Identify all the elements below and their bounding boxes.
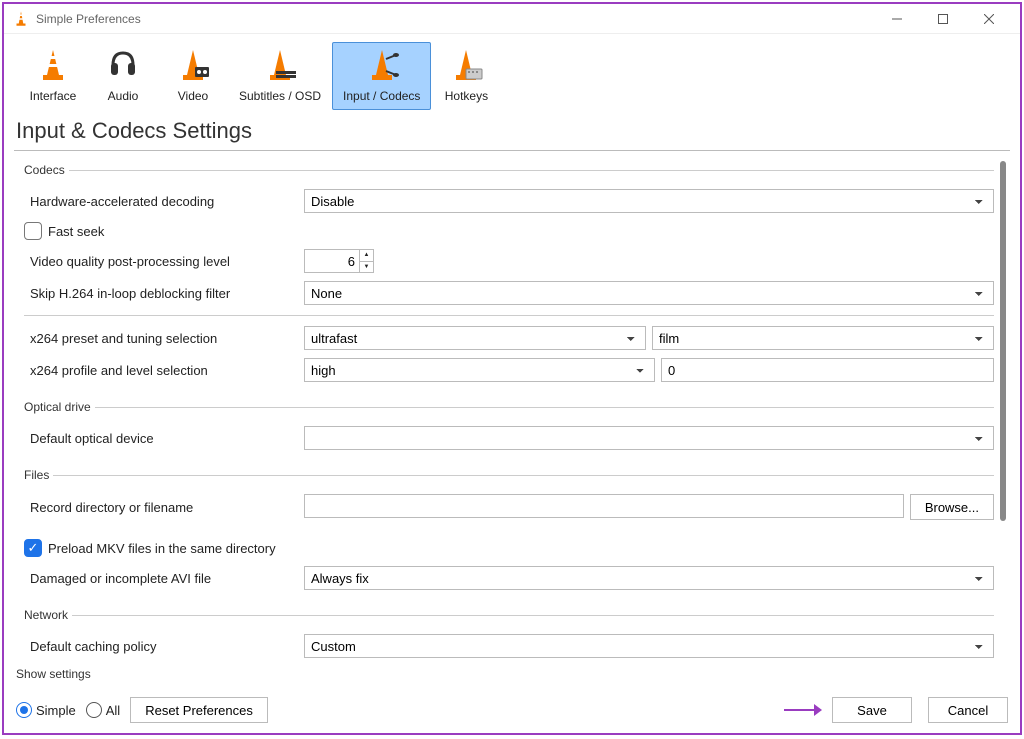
caching-select[interactable]: Custom	[304, 634, 994, 658]
subtitles-icon	[262, 47, 298, 83]
tab-label: Input / Codecs	[343, 89, 420, 103]
preload-mkv-checkbox[interactable]: ✓	[24, 539, 42, 557]
post-processing-label: Video quality post-processing level	[24, 254, 304, 269]
interface-icon	[35, 47, 71, 83]
tab-subtitles[interactable]: Subtitles / OSD	[228, 42, 332, 110]
titlebar: Simple Preferences	[4, 4, 1020, 34]
fast-seek-checkbox[interactable]	[24, 222, 42, 240]
files-group: Files Record directory or filename Brows…	[24, 468, 994, 594]
optical-group: Optical drive Default optical device	[24, 400, 994, 454]
page-title: Input & Codecs Settings	[4, 112, 1020, 150]
caching-label: Default caching policy	[24, 639, 304, 654]
video-icon	[175, 47, 211, 83]
scrollbar-thumb[interactable]	[1000, 161, 1006, 521]
x264-preset-label: x264 preset and tuning selection	[24, 331, 304, 346]
tab-audio[interactable]: Audio	[88, 42, 158, 110]
hw-decoding-label: Hardware-accelerated decoding	[24, 194, 304, 209]
all-radio[interactable]	[86, 702, 102, 718]
tab-label: Hotkeys	[445, 89, 488, 103]
minimize-button[interactable]	[874, 5, 920, 33]
spin-down-icon[interactable]: ▼	[359, 262, 373, 273]
browse-button[interactable]: Browse...	[910, 494, 994, 520]
tab-input-codecs[interactable]: Input / Codecs	[332, 42, 431, 110]
settings-scroll-area[interactable]: Codecs Hardware-accelerated decoding Dis…	[14, 157, 1000, 689]
fast-seek-label: Fast seek	[48, 224, 104, 239]
damaged-avi-select[interactable]: Always fix	[304, 566, 994, 590]
simple-radio[interactable]	[16, 702, 32, 718]
window-title: Simple Preferences	[36, 12, 874, 26]
network-group: Network Default caching policy Custom	[24, 608, 994, 662]
damaged-avi-label: Damaged or incomplete AVI file	[24, 571, 304, 586]
title-separator	[14, 150, 1010, 151]
spin-up-icon[interactable]: ▲	[359, 250, 373, 262]
simple-radio-label: Simple	[36, 703, 76, 718]
maximize-button[interactable]	[920, 5, 966, 33]
optical-device-label: Default optical device	[24, 431, 304, 446]
codecs-icon	[364, 47, 400, 83]
x264-profile-select[interactable]: high	[304, 358, 655, 382]
group-legend: Optical drive	[24, 400, 95, 414]
skip-h264-label: Skip H.264 in-loop deblocking filter	[24, 286, 304, 301]
all-radio-label: All	[106, 703, 120, 718]
x264-preset-select[interactable]: ultrafast	[304, 326, 646, 350]
annotation-arrow-icon	[782, 701, 822, 719]
reset-preferences-button[interactable]: Reset Preferences	[130, 697, 268, 723]
x264-profile-label: x264 profile and level selection	[24, 363, 304, 378]
close-button[interactable]	[966, 5, 1012, 33]
group-legend: Files	[24, 468, 53, 482]
save-button[interactable]: Save	[832, 697, 912, 723]
vlc-cone-icon	[12, 10, 30, 28]
hw-decoding-select[interactable]: Disable	[304, 189, 994, 213]
codecs-group: Codecs Hardware-accelerated decoding Dis…	[24, 163, 994, 386]
category-toolbar: Interface Audio Video Subtitles / OSD In…	[4, 34, 1020, 112]
window-controls	[874, 5, 1012, 33]
tab-hotkeys[interactable]: Hotkeys	[431, 42, 501, 110]
cancel-button[interactable]: Cancel	[928, 697, 1008, 723]
tab-label: Interface	[30, 89, 77, 103]
record-dir-input[interactable]	[304, 494, 904, 518]
preferences-window: Simple Preferences Interface Audio Video…	[2, 2, 1022, 735]
x264-tuning-select[interactable]: film	[652, 326, 994, 350]
x264-level-input[interactable]	[661, 358, 994, 382]
footer: Show settings Simple All Reset Preferenc…	[4, 693, 1020, 733]
record-dir-label: Record directory or filename	[24, 500, 304, 515]
optical-device-select[interactable]	[304, 426, 994, 450]
skip-h264-select[interactable]: None	[304, 281, 994, 305]
tab-label: Video	[178, 89, 208, 103]
group-legend: Codecs	[24, 163, 69, 177]
group-legend: Network	[24, 608, 72, 622]
preload-mkv-label: Preload MKV files in the same directory	[48, 541, 276, 556]
hotkeys-icon	[448, 47, 484, 83]
codecs-separator	[24, 315, 994, 316]
tab-video[interactable]: Video	[158, 42, 228, 110]
tab-interface[interactable]: Interface	[18, 42, 88, 110]
show-settings-label: Show settings	[16, 667, 91, 681]
tab-label: Subtitles / OSD	[239, 89, 321, 103]
tab-label: Audio	[108, 89, 139, 103]
audio-icon	[105, 47, 141, 83]
